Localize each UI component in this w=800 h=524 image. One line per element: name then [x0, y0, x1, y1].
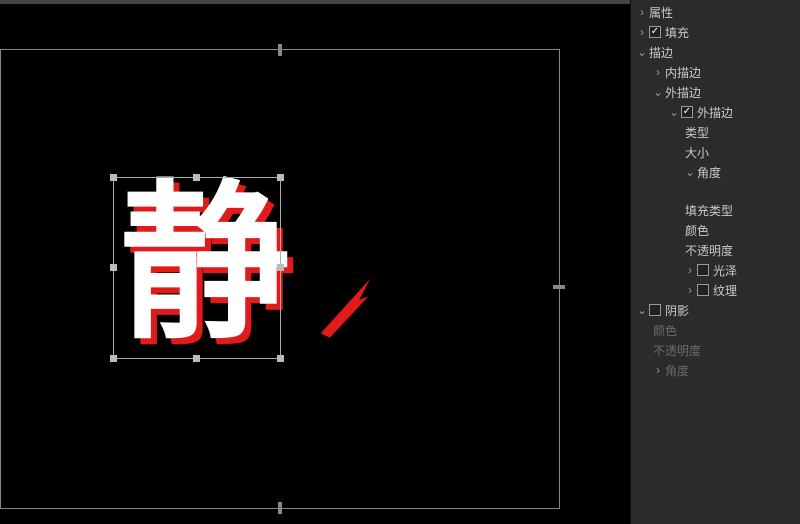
- handle-tl[interactable]: [110, 174, 117, 181]
- handle-tm[interactable]: [193, 174, 200, 181]
- safe-handle-right[interactable]: [553, 285, 565, 289]
- caret-down-icon: ⌄: [653, 85, 663, 99]
- item-color[interactable]: 颜色: [631, 220, 800, 240]
- handle-tr[interactable]: [277, 174, 284, 181]
- label: 类型: [685, 124, 709, 141]
- label: 填充: [665, 24, 689, 41]
- item-shadow-angle: › 角度: [631, 360, 800, 380]
- item-type[interactable]: 类型: [631, 122, 800, 142]
- handle-ml[interactable]: [110, 264, 117, 271]
- caret-right-icon: ›: [637, 5, 647, 19]
- label: 填充类型: [685, 202, 733, 219]
- label: 颜色: [685, 222, 709, 239]
- section-attrs[interactable]: › 属性: [631, 2, 800, 22]
- item-gloss[interactable]: › 光泽: [631, 260, 800, 280]
- label: 颜色: [653, 322, 677, 339]
- caret-right-icon: ›: [685, 283, 695, 297]
- caret-right-icon: ›: [637, 25, 647, 39]
- safe-handle-bottom[interactable]: [278, 502, 282, 514]
- item-angle[interactable]: ⌄ 角度: [631, 162, 800, 182]
- handle-br[interactable]: [277, 355, 284, 362]
- checkbox-gloss[interactable]: [697, 264, 709, 276]
- label: 描边: [649, 44, 673, 61]
- canvas-pane[interactable]: 静: [0, 0, 630, 524]
- item-outer-stroke[interactable]: ⌄ 外描边: [631, 102, 800, 122]
- caret-down-icon: ⌄: [637, 45, 647, 59]
- label: 内描边: [665, 64, 701, 81]
- selection-box[interactable]: [113, 177, 281, 359]
- properties-panel: › 属性 › 填充 ⌄ 描边 › 内描边 ⌄ 外描边 ⌄ 外描边 类型 大小 ⌄…: [630, 0, 800, 524]
- checkbox-outer-stroke[interactable]: [681, 106, 693, 118]
- caret-down-icon: ⌄: [685, 165, 695, 179]
- handle-bl[interactable]: [110, 355, 117, 362]
- label: 属性: [649, 4, 673, 21]
- item-opacity[interactable]: 不透明度: [631, 240, 800, 260]
- item-texture[interactable]: › 纹理: [631, 280, 800, 300]
- handle-mr[interactable]: [277, 264, 284, 271]
- label: 不透明度: [685, 242, 733, 259]
- section-shadow[interactable]: ⌄ 阴影: [631, 300, 800, 320]
- label: 外描边: [697, 104, 733, 121]
- label: 大小: [685, 144, 709, 161]
- label: 角度: [697, 164, 721, 181]
- caret-right-icon: ›: [653, 363, 663, 377]
- item-shadow-color: 颜色: [631, 320, 800, 340]
- item-shadow-opacity: 不透明度: [631, 340, 800, 360]
- checkbox-texture[interactable]: [697, 284, 709, 296]
- checkbox-shadow[interactable]: [649, 304, 661, 316]
- label: 阴影: [665, 302, 689, 319]
- handle-bm[interactable]: [193, 355, 200, 362]
- label: 外描边: [665, 84, 701, 101]
- section-inner-stroke[interactable]: › 内描边: [631, 62, 800, 82]
- label: 不透明度: [653, 342, 701, 359]
- section-outer-stroke[interactable]: ⌄ 外描边: [631, 82, 800, 102]
- label: 纹理: [713, 282, 737, 299]
- caret-right-icon: ›: [653, 65, 663, 79]
- section-stroke[interactable]: ⌄ 描边: [631, 42, 800, 62]
- item-fill-type[interactable]: 填充类型: [631, 200, 800, 220]
- caret-down-icon: ⌄: [637, 303, 647, 317]
- checkbox-fill[interactable]: [649, 26, 661, 38]
- section-fill[interactable]: › 填充: [631, 22, 800, 42]
- caret-down-icon: ⌄: [669, 105, 679, 119]
- safe-handle-top[interactable]: [278, 44, 282, 56]
- caret-right-icon: ›: [685, 263, 695, 277]
- label: 角度: [665, 362, 689, 379]
- item-size[interactable]: 大小: [631, 142, 800, 162]
- label: 光泽: [713, 262, 737, 279]
